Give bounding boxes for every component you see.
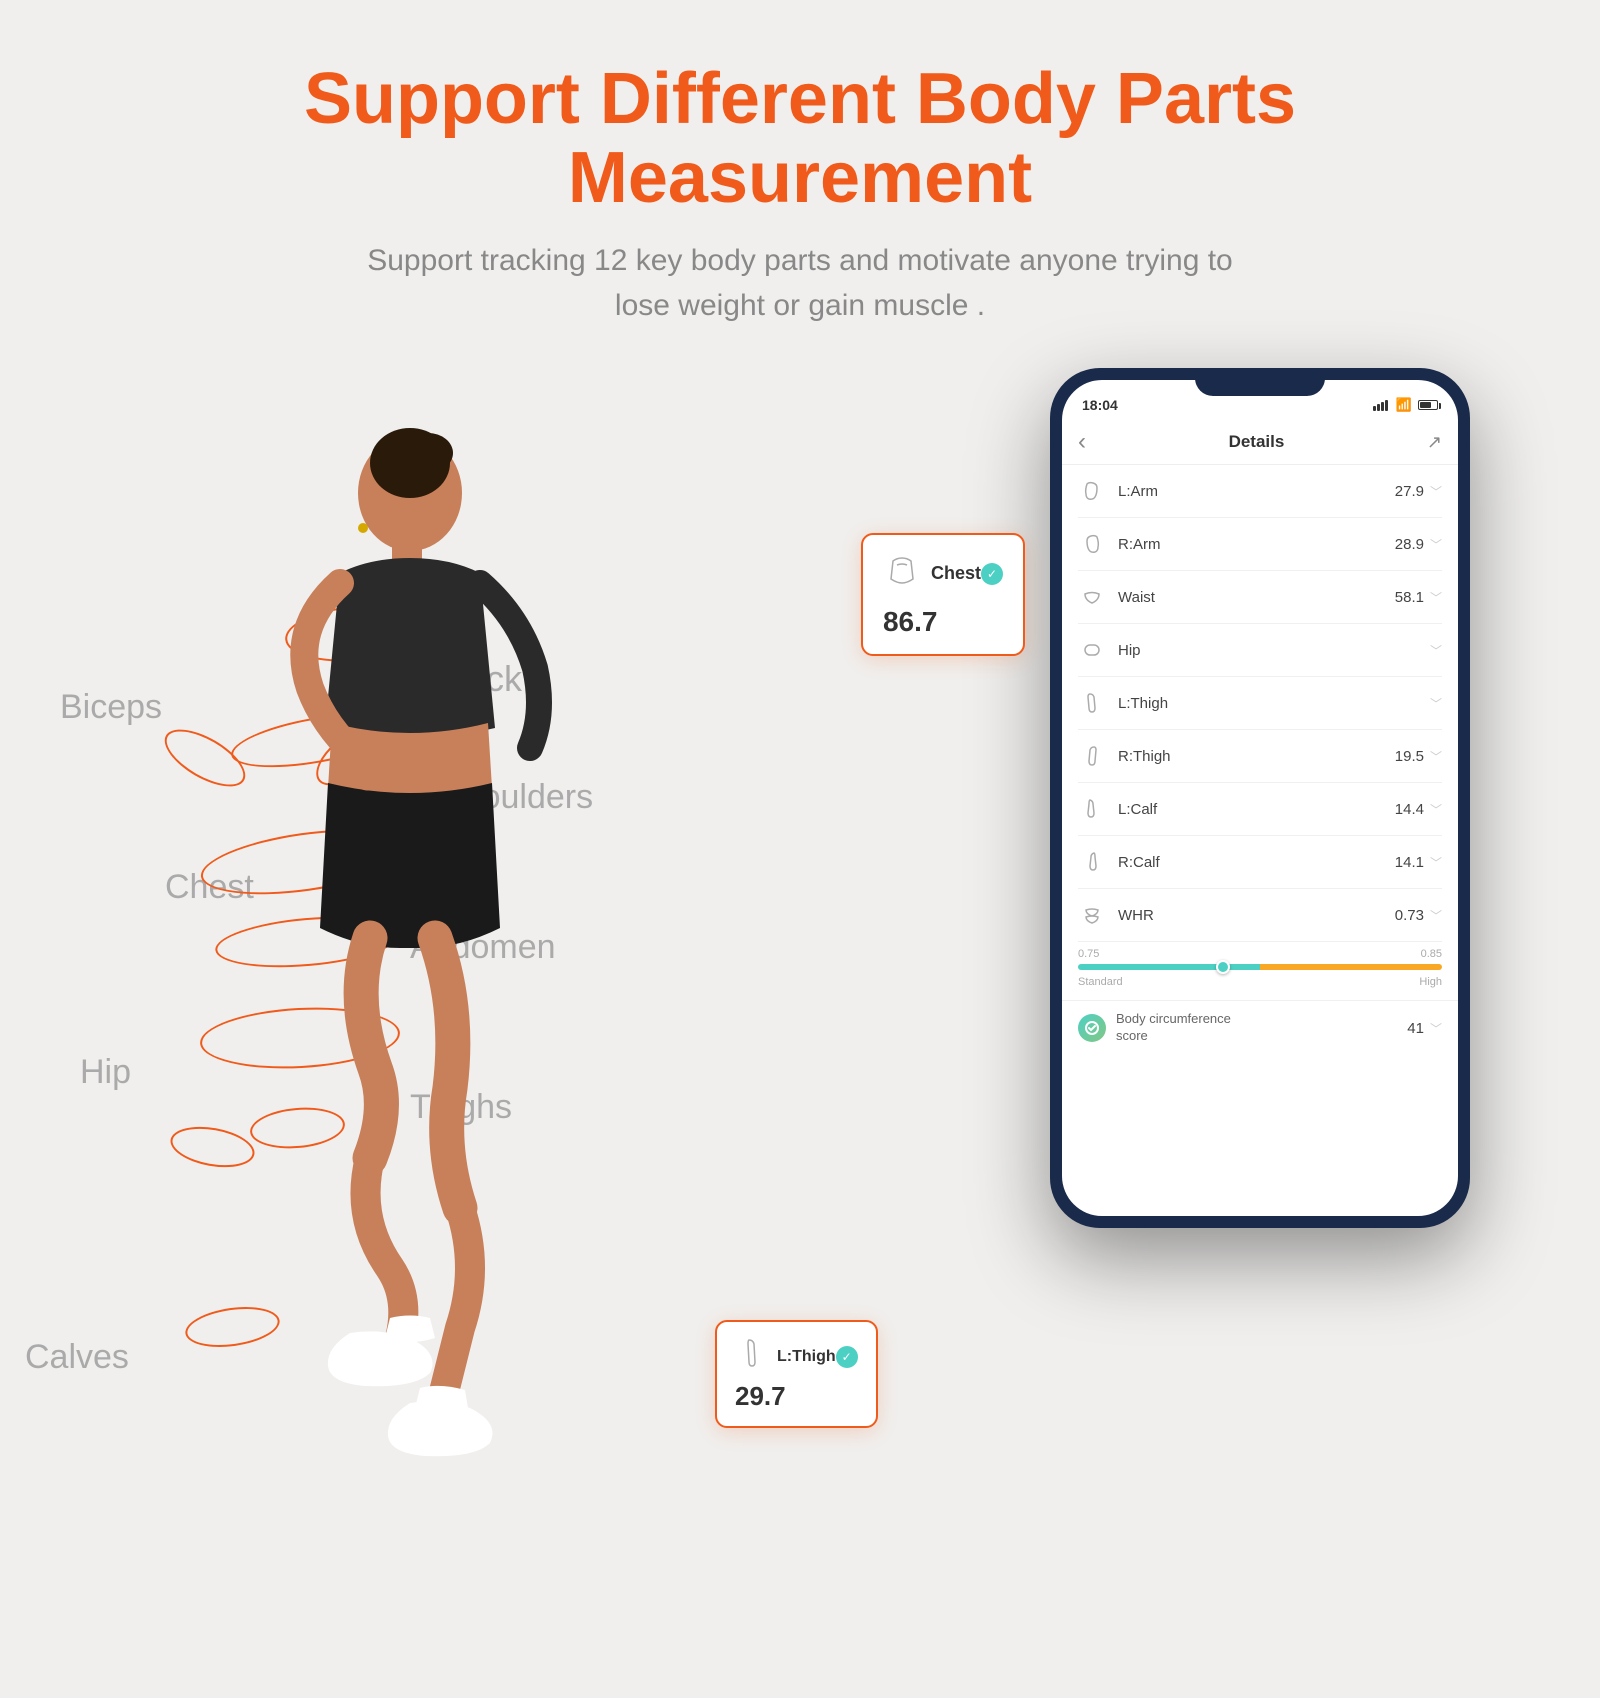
measurement-item-lthigh[interactable]: L:Thigh ﹀ — [1078, 677, 1442, 730]
whr-scale-left: 0.75 — [1078, 948, 1099, 960]
rarm-label: R:Arm — [1118, 536, 1395, 553]
slider-track — [1078, 964, 1442, 970]
app-header: ‹ Details ↗ — [1062, 420, 1458, 465]
score-icon — [1078, 1014, 1106, 1042]
rcalf-icon — [1078, 848, 1106, 876]
signal-bar-3 — [1381, 402, 1384, 411]
page-title: Support Different Body Parts Measurement — [100, 60, 1500, 218]
tooltip-chest-value: 86.7 — [883, 602, 1003, 638]
tooltip-chest: Chest ✓ 86.7 — [861, 533, 1025, 656]
share-button[interactable]: ↗ — [1427, 432, 1442, 453]
signal-bar-4 — [1385, 400, 1388, 411]
lcalf-chevron: ﹀ — [1430, 801, 1442, 818]
hip-chevron: ﹀ — [1430, 642, 1442, 659]
battery-icon — [1418, 400, 1438, 410]
status-icons: 📶 — [1373, 397, 1438, 413]
measurement-item-whr[interactable]: WHR 0.73 ﹀ — [1078, 889, 1442, 942]
tooltip-chest-label: Chest — [931, 563, 981, 584]
whr-value: 0.73 — [1395, 907, 1424, 924]
score-chevron: ﹀ — [1430, 1020, 1442, 1037]
larm-label: L:Arm — [1118, 483, 1395, 500]
back-button[interactable]: ‹ — [1078, 428, 1086, 456]
score-value: 41 — [1407, 1020, 1424, 1037]
slider-label-high: High — [1419, 976, 1442, 988]
battery-fill — [1420, 402, 1431, 408]
wifi-icon: 📶 — [1396, 397, 1412, 413]
status-time: 18:04 — [1082, 397, 1118, 413]
lthigh-chevron: ﹀ — [1430, 695, 1442, 712]
waist-label: Waist — [1118, 589, 1395, 606]
chest-silhouette-icon — [883, 551, 921, 596]
rcalf-label: R:Calf — [1118, 854, 1395, 871]
hip-icon — [1078, 636, 1106, 664]
rcalf-chevron: ﹀ — [1430, 854, 1442, 871]
measurement-item-larm[interactable]: L:Arm 27.9 ﹀ — [1078, 465, 1442, 518]
lcalf-value: 14.4 — [1395, 801, 1424, 818]
waist-icon — [1078, 583, 1106, 611]
tooltip-lthigh: L:Thigh ✓ 29.7 — [715, 1320, 878, 1428]
tooltip-chest-check: ✓ — [981, 563, 1003, 585]
larm-value: 27.9 — [1395, 483, 1424, 500]
signal-bar-1 — [1373, 406, 1376, 411]
measurement-item-rcalf[interactable]: R:Calf 14.1 ﹀ — [1078, 836, 1442, 889]
phone-notch — [1195, 368, 1325, 396]
measurement-item-lcalf[interactable]: L:Calf 14.4 ﹀ — [1078, 783, 1442, 836]
waist-value: 58.1 — [1395, 589, 1424, 606]
page-header: Support Different Body Parts Measurement… — [0, 0, 1600, 348]
whr-chevron: ﹀ — [1430, 907, 1442, 924]
tooltip-lthigh-label: L:Thigh — [777, 1348, 836, 1366]
tooltip-chest-header: Chest ✓ — [883, 551, 1003, 596]
rarm-icon — [1078, 530, 1106, 558]
lthigh-icon — [1078, 689, 1106, 717]
measurement-item-waist[interactable]: Waist 58.1 ﹀ — [1078, 571, 1442, 624]
lthigh-silhouette-icon — [735, 1336, 769, 1377]
larm-chevron: ﹀ — [1430, 483, 1442, 500]
measurement-list: L:Arm 27.9 ﹀ R:Arm 28.9 ﹀ — [1062, 465, 1458, 942]
waist-chevron: ﹀ — [1430, 589, 1442, 606]
phone-screen: 18:04 📶 — [1062, 380, 1458, 1216]
lthigh-label: L:Thigh — [1118, 695, 1424, 712]
slider-label-standard: Standard — [1078, 976, 1123, 988]
slider-thumb — [1216, 960, 1230, 974]
lcalf-icon — [1078, 795, 1106, 823]
measurement-item-hip[interactable]: Hip ﹀ — [1078, 624, 1442, 677]
tooltip-lthigh-check: ✓ — [836, 1346, 858, 1368]
main-content: Neck Biceps Shoulders Chest Abdomen Hip … — [0, 348, 1600, 1698]
signal-bar-2 — [1377, 404, 1380, 411]
phone-frame: 18:04 📶 — [1050, 368, 1470, 1228]
whr-scale: 0.75 0.85 — [1078, 948, 1442, 960]
hip-label: Hip — [1118, 642, 1424, 659]
rarm-chevron: ﹀ — [1430, 536, 1442, 553]
whr-slider-container: 0.75 0.85 Standard High — [1062, 942, 1458, 1000]
page-subtitle: Support tracking 12 key body parts and m… — [100, 238, 1500, 328]
whr-label: WHR — [1118, 907, 1395, 924]
larm-icon — [1078, 477, 1106, 505]
lcalf-label: L:Calf — [1118, 801, 1395, 818]
phone-mockup: 18:04 📶 — [1050, 368, 1470, 1248]
measurement-item-rthigh[interactable]: R:Thigh 19.5 ﹀ — [1078, 730, 1442, 783]
tooltip-lthigh-header: L:Thigh ✓ — [735, 1336, 858, 1377]
score-section[interactable]: Body circumferencescore 41 ﹀ — [1062, 1000, 1458, 1055]
whr-icon — [1078, 901, 1106, 929]
figure-container — [80, 348, 760, 1648]
measurement-item-rarm[interactable]: R:Arm 28.9 ﹀ — [1078, 518, 1442, 571]
app-title: Details — [1229, 432, 1285, 452]
rarm-value: 28.9 — [1395, 536, 1424, 553]
rcalf-value: 14.1 — [1395, 854, 1424, 871]
tooltip-lthigh-value: 29.7 — [735, 1381, 858, 1412]
slider-labels: Standard High — [1078, 976, 1442, 988]
rthigh-label: R:Thigh — [1118, 748, 1395, 765]
whr-scale-right: 0.85 — [1421, 948, 1442, 960]
rthigh-value: 19.5 — [1395, 748, 1424, 765]
rthigh-chevron: ﹀ — [1430, 748, 1442, 765]
score-label: Body circumferencescore — [1116, 1011, 1407, 1045]
rthigh-icon — [1078, 742, 1106, 770]
